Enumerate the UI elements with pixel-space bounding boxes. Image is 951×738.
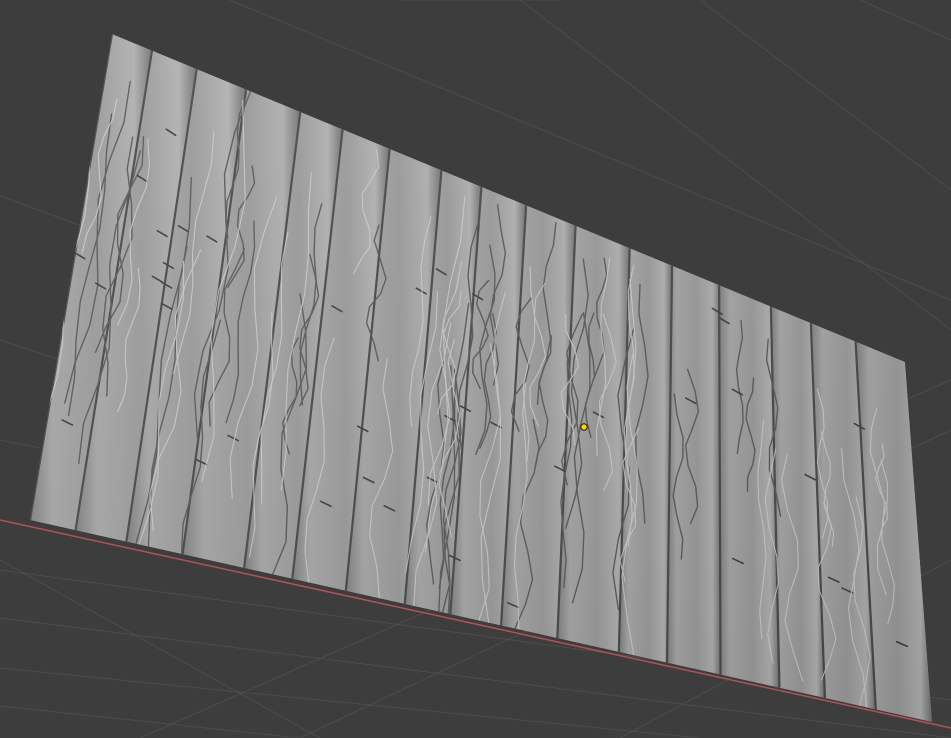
viewport-scene xyxy=(0,0,951,738)
grid-line xyxy=(0,339,61,361)
3d-viewport[interactable] xyxy=(0,0,951,738)
object-origin-dot-icon[interactable] xyxy=(580,423,588,431)
grid-line xyxy=(699,0,951,191)
grid-line xyxy=(0,439,41,449)
grid-line xyxy=(0,667,701,738)
wood-plank-mesh[interactable] xyxy=(30,34,932,722)
grid-line xyxy=(859,0,951,41)
mesh-shading xyxy=(30,34,932,722)
